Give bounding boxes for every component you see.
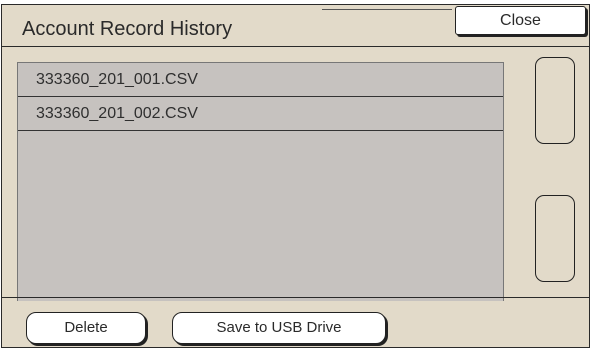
title-divider-line — [322, 9, 452, 10]
file-list[interactable]: 333360_201_001.CSV 333360_201_002.CSV — [17, 62, 504, 301]
account-record-history-dialog: Account Record History 333360_201_001.CS… — [1, 4, 590, 348]
save-to-usb-button[interactable]: Save to USB Drive — [172, 312, 386, 344]
scroll-up-button[interactable] — [535, 57, 575, 144]
file-list-item[interactable]: 333360_201_001.CSV — [18, 63, 503, 97]
file-list-item[interactable]: 333360_201_002.CSV — [18, 97, 503, 131]
close-button[interactable]: Close — [455, 6, 586, 35]
dialog-title: Account Record History — [22, 18, 233, 40]
scroll-down-button[interactable] — [535, 195, 575, 282]
delete-button[interactable]: Delete — [26, 312, 146, 344]
file-name: 333360_201_002.CSV — [36, 105, 198, 122]
action-bar: Delete Save to USB Drive — [2, 297, 589, 349]
file-name: 333360_201_001.CSV — [36, 71, 198, 88]
